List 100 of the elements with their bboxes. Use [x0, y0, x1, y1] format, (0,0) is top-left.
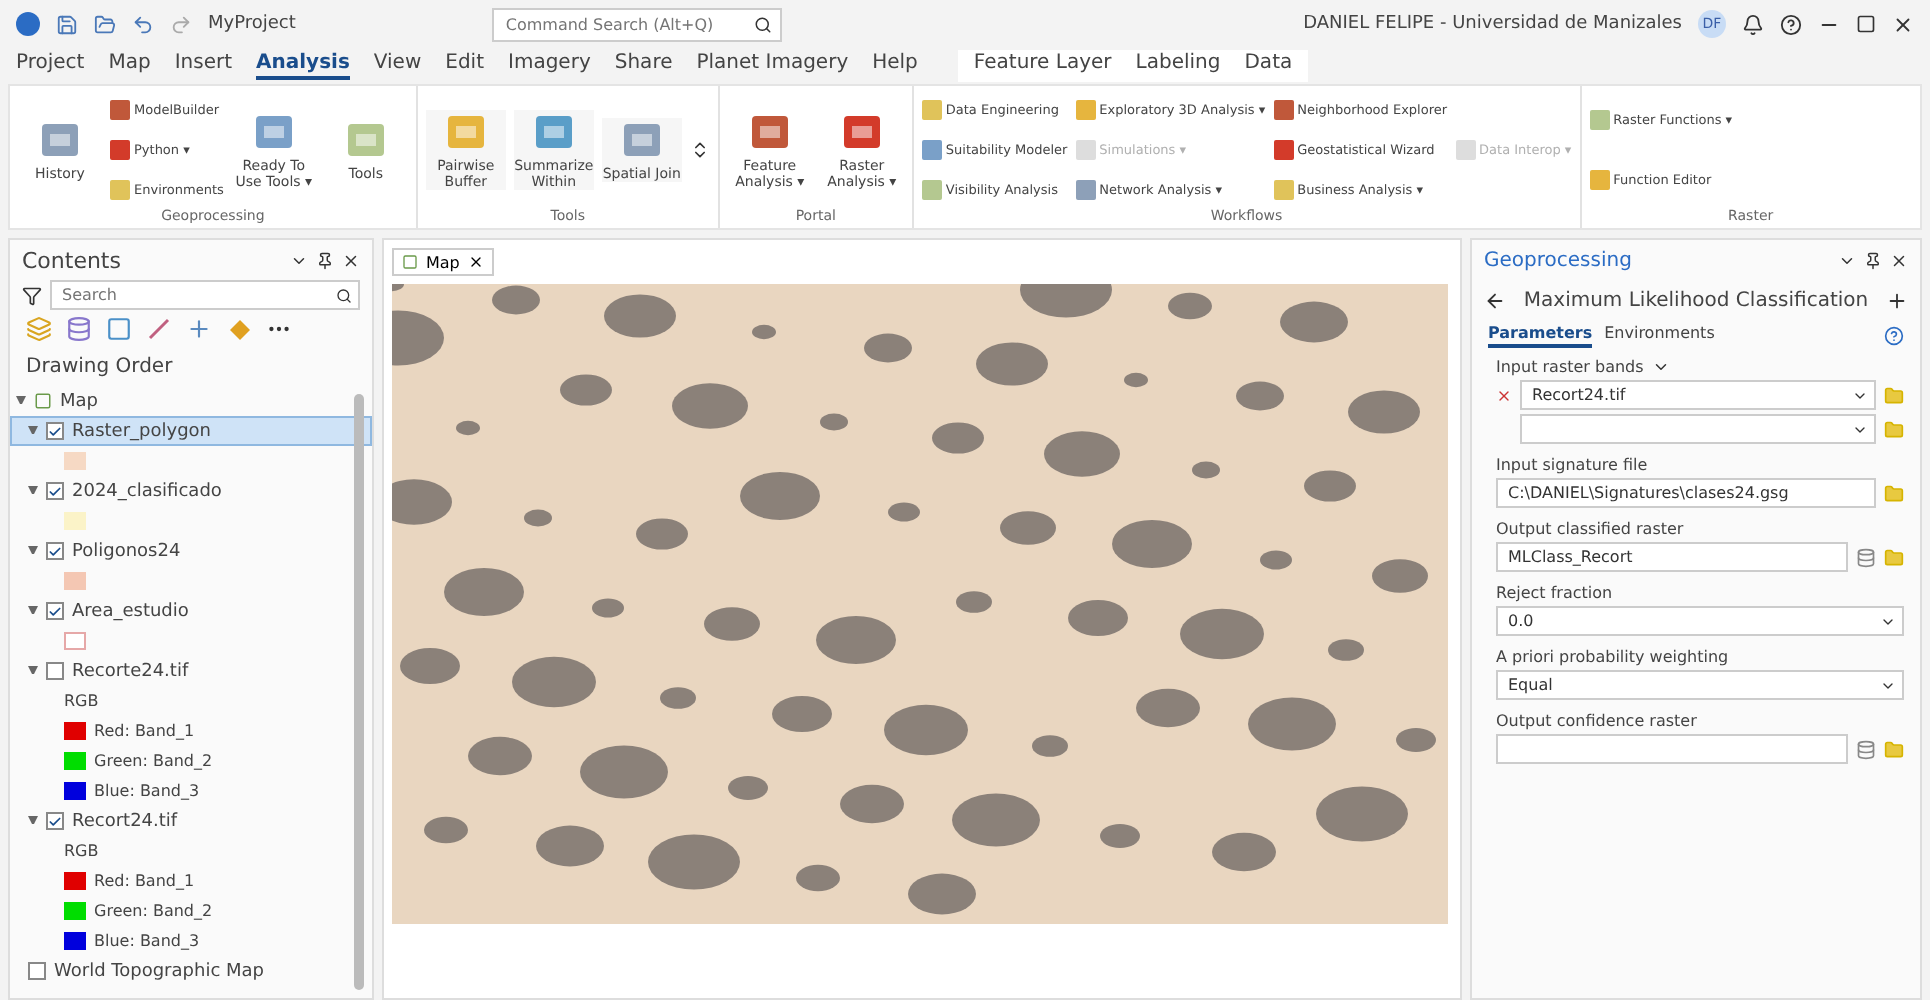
- layer-row[interactable]: Recort24.tif: [10, 806, 372, 836]
- restore-icon: [1856, 14, 1876, 34]
- pin-icon: [1864, 251, 1882, 269]
- parameter-label: Output classified raster: [1496, 520, 1684, 538]
- database-icon: [1856, 739, 1876, 759]
- command-search-field[interactable]: Command Search (Alt+Q): [491, 7, 782, 41]
- open-folder-icon: [94, 13, 116, 35]
- ribbon-tab[interactable]: Project: [16, 52, 85, 80]
- input-field[interactable]: [1496, 734, 1848, 764]
- scrollbar[interactable]: [354, 394, 364, 990]
- layer-checkbox[interactable]: [46, 482, 64, 500]
- ribbon-tab[interactable]: Map: [108, 52, 151, 80]
- help-icon: [1780, 13, 1802, 35]
- dropdown-field[interactable]: 0.0: [1504, 610, 1874, 632]
- search-icon: [336, 287, 352, 303]
- expand-icon[interactable]: [28, 606, 38, 616]
- legend-heading: RGB: [64, 692, 99, 710]
- ribbon-tab[interactable]: View: [373, 52, 422, 80]
- folder-icon: [1884, 419, 1904, 439]
- parameter-label: Output confidence raster: [1496, 712, 1697, 730]
- legend-heading: RGB: [64, 842, 99, 860]
- undo-icon: [132, 13, 154, 35]
- ribbon-tab[interactable]: Help: [872, 52, 918, 80]
- ribbon-tab[interactable]: Feature Layer: [973, 52, 1112, 80]
- folder-icon: [1884, 483, 1904, 503]
- section-heading: Drawing Order: [24, 354, 175, 382]
- band-label: Blue: Band_3: [94, 782, 200, 800]
- app-logo-icon: [16, 12, 40, 36]
- help-icon: [1884, 326, 1904, 346]
- expand-icon[interactable]: [28, 546, 38, 556]
- dropdown-field[interactable]: Equal: [1496, 670, 1904, 700]
- ribbon-tab[interactable]: Imagery: [508, 52, 591, 80]
- layer-row[interactable]: Raster_polygon: [10, 416, 372, 446]
- filter-icon: [22, 285, 42, 305]
- panel-tab[interactable]: Environments: [1604, 324, 1715, 348]
- ribbon-tab[interactable]: Planet Imagery: [696, 52, 849, 80]
- database-icon: [1856, 547, 1876, 567]
- expand-icon[interactable]: [28, 486, 38, 496]
- input-field[interactable]: [1520, 414, 1876, 444]
- close-icon: [1892, 13, 1914, 35]
- folder-icon: [1884, 385, 1904, 405]
- band-label: Blue: Band_3: [94, 932, 200, 950]
- layer-checkbox[interactable]: [46, 812, 64, 830]
- tool-title: Maximum Likelihood Classification: [1523, 289, 1869, 311]
- layer-checkbox[interactable]: [46, 422, 64, 440]
- panel-tab[interactable]: Parameters: [1488, 324, 1593, 348]
- close-icon: [1890, 251, 1908, 269]
- command-search-field[interactable]: Command Search (Alt+Q): [501, 13, 746, 35]
- ribbon-tab[interactable]: Analysis: [256, 52, 350, 80]
- ribbon-tab[interactable]: Insert: [174, 52, 233, 80]
- layer-checkbox[interactable]: [28, 962, 46, 980]
- input-field[interactable]: MLClass_Recort: [1496, 542, 1848, 572]
- dropdown-field[interactable]: 0.0: [1496, 606, 1904, 636]
- parameter-label: Input raster bands: [1496, 358, 1644, 376]
- ribbon-tab[interactable]: Labeling: [1135, 52, 1221, 80]
- expand-icon: [1651, 358, 1670, 376]
- expand-icon[interactable]: [28, 816, 38, 826]
- database-icon: [66, 316, 92, 342]
- user-name: DANIEL FELIPE - Universidad de Manizales: [1303, 14, 1682, 34]
- expand-icon[interactable]: [16, 396, 26, 406]
- layer-row[interactable]: Area_estudio: [10, 596, 372, 626]
- layer-row[interactable]: Recorte24.tif: [10, 656, 372, 686]
- expand-icon[interactable]: [28, 426, 38, 436]
- dropdown-field[interactable]: Equal: [1504, 674, 1874, 696]
- search-icon: [753, 15, 772, 33]
- close-icon: [342, 251, 360, 269]
- expand-icon[interactable]: [28, 666, 38, 676]
- layer-row[interactable]: Poligonos24: [10, 536, 372, 566]
- project-name[interactable]: MyProject: [208, 14, 296, 34]
- back-icon: [1484, 289, 1506, 311]
- layer-row[interactable]: World Topographic Map: [10, 956, 372, 986]
- input-field[interactable]: C:\DANIEL\Signatures\clases24.gsg: [1496, 478, 1876, 508]
- map-tab[interactable]: Map: [392, 248, 494, 276]
- input-field[interactable]: MLClass_Recort: [1504, 546, 1840, 568]
- map-row[interactable]: Map: [10, 386, 372, 416]
- band-label: Green: Band_2: [94, 752, 213, 770]
- gallery-scroll-icon: [689, 140, 710, 160]
- folder-icon: [1884, 739, 1904, 759]
- add-icon: [1886, 289, 1908, 311]
- input-field[interactable]: Recort24.tif: [1520, 380, 1876, 410]
- ribbon-tab[interactable]: Edit: [445, 52, 485, 80]
- input-field[interactable]: Recort24.tif: [1528, 384, 1846, 406]
- search-field[interactable]: Search: [50, 280, 360, 310]
- pane-title: Geoprocessing: [1484, 249, 1632, 271]
- remove-icon: [1496, 387, 1512, 403]
- band-label: Green: Band_2: [94, 902, 213, 920]
- parameter-label: Input signature file: [1496, 456, 1648, 474]
- band-label: Red: Band_1: [94, 722, 195, 740]
- ribbon-tab[interactable]: Share: [614, 52, 673, 80]
- input-field[interactable]: C:\DANIEL\Signatures\clases24.gsg: [1504, 482, 1868, 504]
- close-icon: [467, 254, 484, 270]
- layer-row[interactable]: 2024_clasificado: [10, 476, 372, 506]
- ribbon-tab[interactable]: Data: [1244, 52, 1293, 80]
- layer-checkbox[interactable]: [46, 602, 64, 620]
- parameter-label: A priori probability weighting: [1496, 648, 1729, 666]
- save-icon: [56, 13, 78, 35]
- search-field[interactable]: Search: [58, 284, 330, 306]
- layer-checkbox[interactable]: [46, 542, 64, 560]
- layer-checkbox[interactable]: [46, 662, 64, 680]
- layers-icon: [26, 316, 52, 342]
